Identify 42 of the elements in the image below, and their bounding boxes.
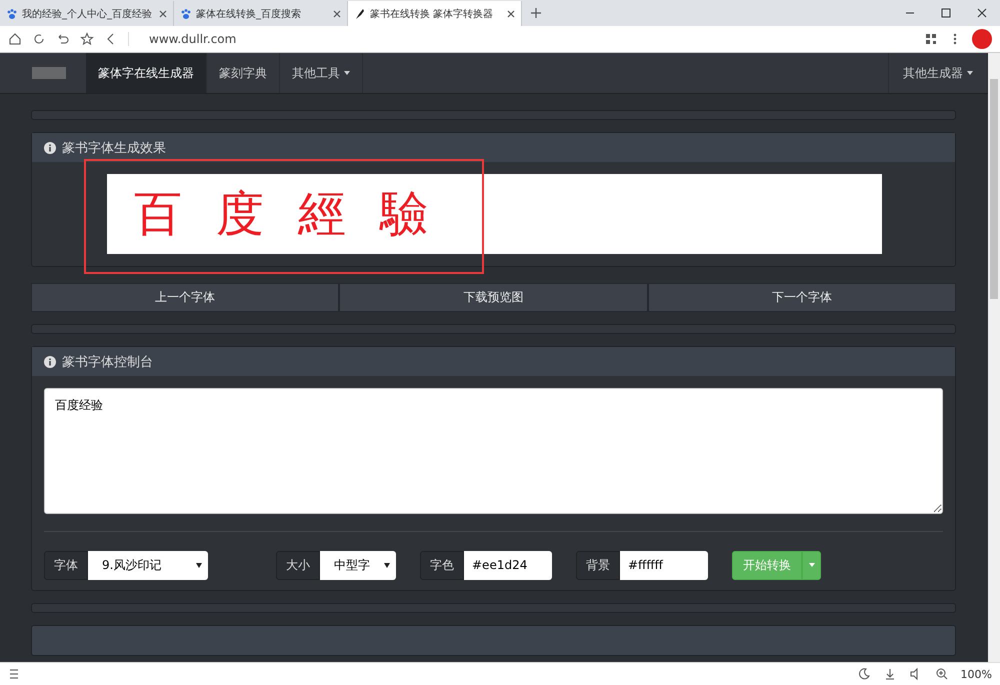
paw-icon	[6, 8, 18, 20]
close-icon[interactable]	[159, 10, 167, 18]
paw-icon	[180, 8, 192, 20]
nav-item[interactable]: 篆刻字典	[207, 53, 280, 93]
maximize-icon[interactable]	[940, 7, 952, 19]
home-icon[interactable]	[8, 32, 22, 46]
scrollbar-thumb[interactable]	[990, 79, 998, 299]
field-label: 字体	[44, 550, 88, 580]
zoom-level: 100%	[960, 668, 992, 680]
preview-button[interactable]: 下载预览图	[339, 283, 648, 312]
text-input-field[interactable]: 百度经验	[44, 388, 943, 514]
brush-icon	[354, 8, 366, 20]
qr-code-icon[interactable]	[924, 32, 938, 46]
field-label: 大小	[276, 550, 320, 580]
color-input-field[interactable]: #ffffff	[620, 550, 708, 580]
preview-button[interactable]: 下一个字体	[648, 283, 956, 312]
nav-item[interactable]: 篆体字在线生成器	[86, 53, 207, 93]
dropdown-button[interactable]	[802, 550, 821, 580]
info-icon	[44, 356, 56, 368]
nav-item[interactable]: 其他工具	[280, 53, 363, 93]
panel-title: 篆书字体生成效果	[62, 140, 166, 156]
field-label: 背景	[576, 550, 620, 580]
reload-icon[interactable]	[32, 32, 46, 46]
color-input-field[interactable]: #ee1d24	[464, 550, 552, 580]
close-icon[interactable]	[976, 7, 988, 19]
close-icon[interactable]	[333, 10, 341, 18]
star-icon[interactable]	[80, 32, 94, 46]
zoom-icon[interactable]	[934, 667, 949, 681]
field-label: 字色	[420, 550, 464, 580]
dropdown-field[interactable]: 中型字	[320, 550, 396, 580]
info-icon	[44, 142, 56, 154]
moon-icon[interactable]	[856, 667, 871, 681]
preview-button[interactable]: 上一个字体	[31, 283, 340, 312]
dropdown-field[interactable]: 9.风沙印记	[88, 550, 208, 580]
avatar-icon[interactable]	[972, 29, 992, 49]
panel-title: 篆书字体控制台	[62, 354, 153, 370]
browser-tab[interactable]: 篆书在线转换 篆体字转换器	[348, 1, 522, 26]
seal-text-preview: 百度經驗	[107, 174, 882, 254]
close-icon[interactable]	[507, 10, 515, 18]
new-tab-icon[interactable]	[530, 7, 542, 19]
address-field[interactable]: www.dullr.com	[128, 32, 914, 46]
undo-icon[interactable]	[56, 32, 70, 46]
